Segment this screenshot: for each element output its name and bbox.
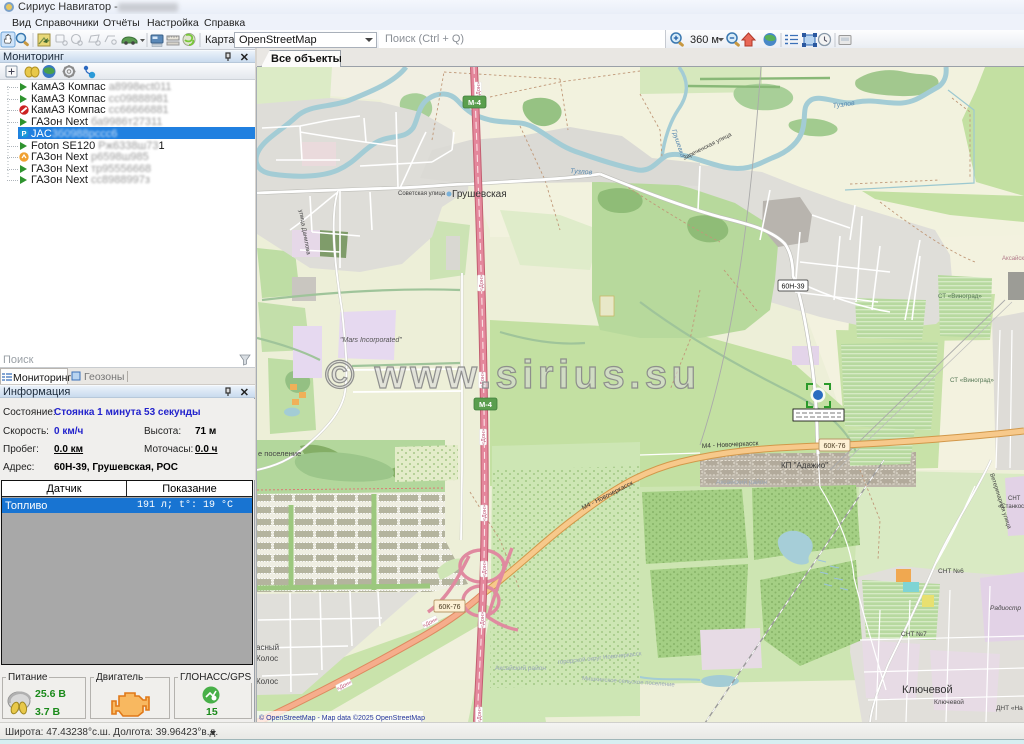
svg-text:ДНТ «На: ДНТ «На	[996, 705, 1023, 712]
svg-text:СНТ №7: СНТ №7	[901, 631, 927, 638]
svg-text:Колос: Колос	[257, 677, 278, 686]
svg-text:© OpenStreetMap - Map data ©20: © OpenStreetMap - Map data ©2025 OpenStr…	[259, 714, 425, 722]
svg-text:60К-76: 60К-76	[439, 604, 461, 611]
svg-text:Колос: Колос	[257, 654, 278, 663]
svg-text:60Н-39: 60Н-39	[782, 284, 805, 291]
svg-text:"Mars Incorporated": "Mars Incorporated"	[340, 337, 402, 344]
svg-text:СНТ №6: СНТ №6	[938, 568, 964, 575]
svg-text:60К-76: 60К-76	[824, 443, 846, 450]
svg-text:Советская улица: Советская улица	[398, 191, 446, 197]
svg-text:Аксайский район: Аксайский район	[716, 478, 767, 486]
svg-text:© www.sirius.su: © www.sirius.su	[325, 353, 701, 397]
svg-text:«Дон»: «Дон»	[482, 505, 488, 521]
svg-text:Ключевой: Ключевой	[934, 698, 964, 706]
svg-text:Радиостр: Радиостр	[990, 604, 1021, 612]
svg-text:Грушевская: Грушевская	[452, 189, 507, 200]
svg-text:«Дон»: «Дон»	[480, 612, 486, 628]
svg-text:«Дон»: «Дон»	[479, 275, 485, 291]
svg-text:СТ «Виноград»: СТ «Виноград»	[938, 293, 982, 300]
svg-text:СНТ: СНТ	[1008, 496, 1021, 502]
svg-text:СТ «Виноград»: СТ «Виноград»	[950, 377, 994, 384]
svg-text:е поселение: е поселение	[258, 449, 301, 458]
svg-text:«Станкос: «Станкос	[998, 504, 1024, 510]
svg-text:360 м: 360 м	[690, 34, 719, 46]
svg-text:М-4: М-4	[468, 98, 482, 107]
svg-text:«Дон»: «Дон»	[477, 707, 483, 722]
svg-text:КП "Адажио": КП "Адажио"	[781, 461, 828, 470]
svg-text:М-4: М-4	[479, 400, 493, 409]
svg-text:Аксайск: Аксайск	[1002, 255, 1024, 262]
svg-text:Аксайский район: Аксайский район	[495, 664, 546, 672]
svg-text:«Дон»: «Дон»	[482, 561, 488, 577]
svg-text:Ключевой: Ключевой	[902, 684, 953, 696]
svg-text:P: P	[21, 129, 26, 138]
svg-text:асный: асный	[257, 643, 279, 652]
svg-text:«Дон»: «Дон»	[481, 429, 487, 445]
